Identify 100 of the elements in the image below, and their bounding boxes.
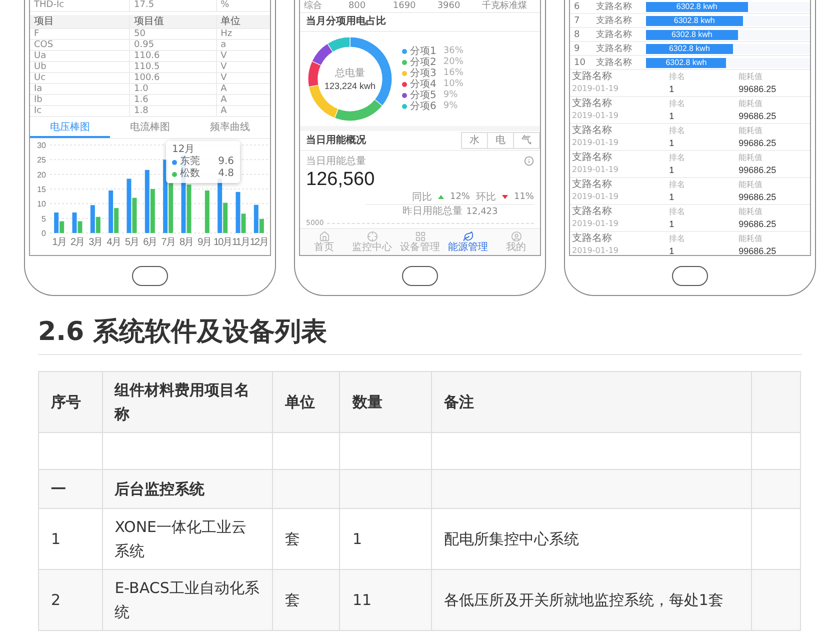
axis-label: 5月 <box>124 237 139 248</box>
table-cell-text: V <box>220 73 228 83</box>
energy-value: 99686.25 <box>738 191 778 203</box>
chart-tab[interactable]: 电流棒图 <box>110 120 190 138</box>
axis-label: 25 <box>37 156 46 165</box>
table-cell: Uc <box>30 73 130 83</box>
column-header: 序号 <box>38 372 102 432</box>
energy-bar: 6302.8 kwh <box>646 30 738 40</box>
branch-name: 支路名称 <box>572 152 613 164</box>
value-label: 能耗值 <box>738 125 764 137</box>
row-number: 2 <box>38 570 102 630</box>
axis-label: 3月 <box>88 237 102 248</box>
table-cell-text: 800 <box>347 0 367 12</box>
table-cell: 1.0 <box>130 84 217 94</box>
comparison-value: 11% <box>514 190 534 204</box>
chart-tab[interactable]: 频率曲线 <box>190 120 270 138</box>
table-cell: COS <box>30 40 130 50</box>
legend-label: 分项5 <box>410 90 436 101</box>
branch-name: 支路名称 <box>595 28 633 41</box>
branch-name: 支路名称 <box>572 179 613 191</box>
table-cell-text: V <box>220 51 228 61</box>
value-label: 能耗值 <box>738 179 764 191</box>
branch-name: 支路名称 <box>595 14 633 27</box>
rank-label: 排名 <box>669 179 686 191</box>
energy-bar: 6302.8 kwh <box>646 2 748 12</box>
table-cell: 1.8 <box>130 106 217 116</box>
legend-share: 10% <box>443 79 464 90</box>
table-cell-text: A <box>220 106 228 116</box>
axis-label: 12月 <box>250 237 268 248</box>
rank-label: 排名 <box>669 98 686 110</box>
axis-label: 30 <box>37 141 46 150</box>
chart-tab[interactable]: 电压棒图 <box>30 120 110 138</box>
column-header: 项目值 <box>130 15 217 28</box>
rank-number: 8 <box>573 30 581 40</box>
table-cell: 100.6 <box>130 73 217 83</box>
yesterday-value: 12,423 <box>466 206 498 219</box>
date-text: 2019-01-19 <box>572 83 620 95</box>
comparison-value: 12% <box>450 190 470 204</box>
center-label: 总电量 <box>335 68 365 79</box>
table-cell: 110.6 <box>130 51 217 61</box>
section-title: 当日用能概况 <box>306 134 366 148</box>
yesterday-label: 昨日用能总量 <box>402 204 462 219</box>
axis-label: 5 <box>42 214 46 224</box>
axis-label: 7月 <box>161 237 175 248</box>
energy-bar: 6302.8 kwh <box>646 58 726 68</box>
legend-share: 36% <box>443 46 464 57</box>
table-cell: 0.95 <box>130 40 217 50</box>
branch-name: 支路名称 <box>595 56 633 69</box>
date-text: 2019-01-19 <box>572 137 620 149</box>
table-cell: 50 <box>130 29 217 39</box>
nav-item[interactable]: 我的 <box>492 228 540 255</box>
table-cell-text: Hz <box>220 29 234 39</box>
axis-label: 10月 <box>214 237 232 248</box>
table-cell: 110.5 <box>130 62 217 72</box>
tooltip-title: 12月 <box>172 144 196 156</box>
rank-number: 6 <box>573 2 581 12</box>
table-cell: F <box>30 29 130 39</box>
date-text: 2019-01-19 <box>572 245 620 255</box>
energy-value: 99686.25 <box>738 218 778 230</box>
rank-value: 1 <box>669 83 676 95</box>
axis-label: 1月 <box>52 237 66 248</box>
series-name: 东莞 <box>180 156 200 168</box>
axis-label: 9月 <box>198 237 212 248</box>
branch-name: 支路名称 <box>572 71 613 83</box>
energy-value: 99686.25 <box>738 164 778 176</box>
table-cell-text: A <box>220 95 228 105</box>
nav-item[interactable]: 设备管理 <box>396 228 444 255</box>
table-cell: Ua <box>30 51 130 61</box>
axis-label: 2月 <box>70 237 84 248</box>
column-header: 单位 <box>272 372 340 432</box>
rank-label: 排名 <box>669 206 686 218</box>
rank-number: 9 <box>573 44 581 54</box>
column-header: 组件材料费用项目名称 <box>102 372 272 432</box>
table-cell: 1.6 <box>130 95 217 105</box>
legend-share: 20% <box>443 57 464 68</box>
series-name: 松数 <box>180 168 200 180</box>
nav-item[interactable]: 监控中心 <box>348 228 396 255</box>
unit-cell: 套 <box>272 570 340 630</box>
rank-label: 排名 <box>669 71 686 83</box>
axis-label: 4月 <box>106 237 120 248</box>
table-cell: THD-Ic <box>30 0 130 11</box>
date-text: 2019-01-19 <box>572 110 620 122</box>
rank-value: 1 <box>669 110 676 122</box>
value-label: 能耗值 <box>738 206 764 218</box>
energy-value: 99686.25 <box>738 245 778 255</box>
table-cell: Ic <box>30 106 130 116</box>
table-cell: Ub <box>30 62 130 72</box>
nav-item[interactable]: 首页 <box>300 228 348 255</box>
value-label: 能耗值 <box>738 152 764 164</box>
column-header: 项目 <box>30 15 130 28</box>
comparison-label: 环比 <box>476 190 496 204</box>
energy-value: 99686.25 <box>738 83 778 95</box>
rank-label: 排名 <box>669 125 686 137</box>
legend-label: 分项3 <box>410 68 436 79</box>
table-cell: 17.5 <box>130 0 217 11</box>
value-label: 能耗值 <box>738 71 764 83</box>
nav-item[interactable]: 能源管理 <box>444 228 492 255</box>
energy-value: 99686.25 <box>738 110 778 122</box>
table-cell-text: 1690 <box>392 0 417 12</box>
axis-label: 15 <box>37 185 46 194</box>
